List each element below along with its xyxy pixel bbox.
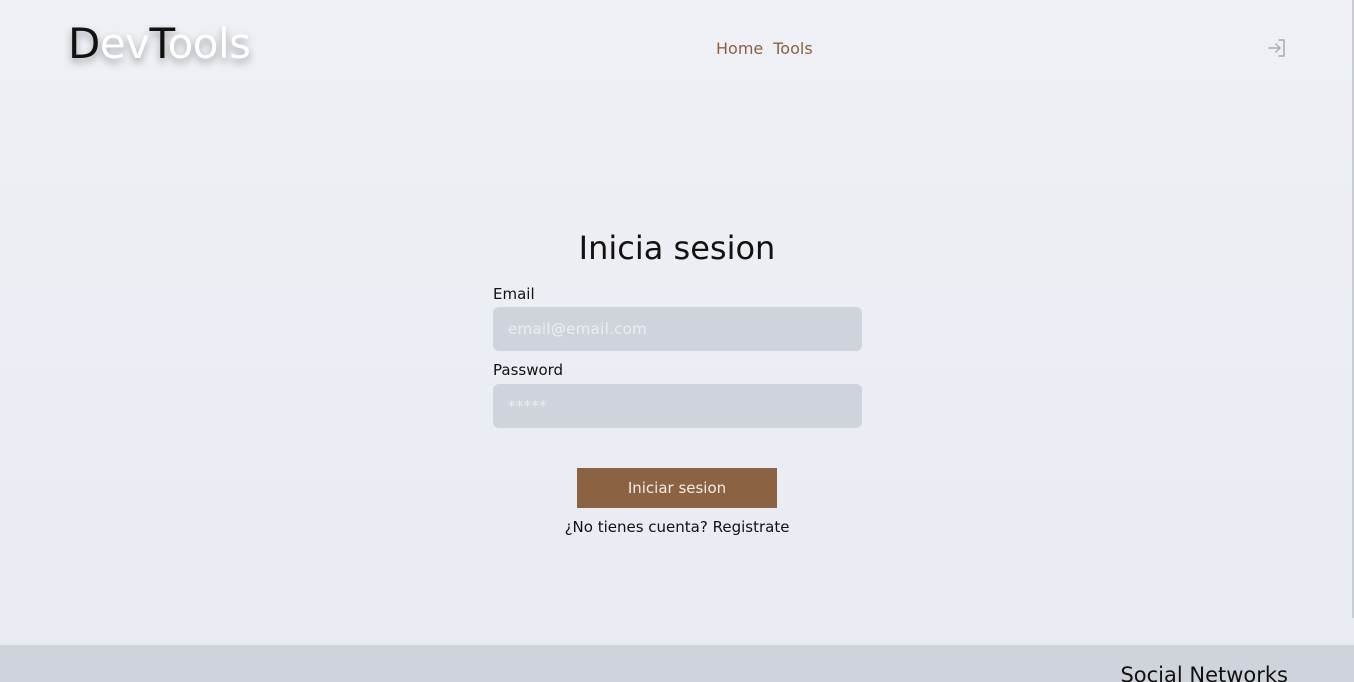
footer-title: Social Networks — [1120, 663, 1288, 682]
nav-link-home[interactable]: Home — [716, 38, 763, 60]
logo-letter-t: T — [149, 19, 169, 68]
devtools-logo[interactable]: DevTools — [68, 20, 251, 68]
password-field[interactable] — [493, 384, 862, 428]
nav-link-tools[interactable]: Tools — [773, 38, 812, 60]
login-arrow-icon[interactable] — [1266, 37, 1288, 59]
logo-text-ools: ools — [167, 19, 251, 68]
logo-text-ev: ev — [99, 19, 150, 68]
login-submit-button[interactable]: Iniciar sesion — [577, 468, 777, 508]
page-title: Inicia sesion — [578, 229, 776, 268]
logo-letter-d: D — [68, 19, 100, 68]
email-field[interactable] — [493, 307, 862, 351]
password-label: Password — [493, 361, 564, 379]
email-label: Email — [493, 285, 535, 303]
register-prompt-text: ¿No tienes cuenta? — [564, 518, 708, 536]
main-nav: Home Tools — [716, 38, 813, 60]
login-page: DevTools Home Tools Inicia sesion Email … — [0, 0, 1354, 682]
register-link[interactable]: Registrate — [713, 518, 790, 536]
register-prompt: ¿No tienes cuenta? Registrate — [0, 517, 1354, 537]
site-footer: Social Networks — [0, 645, 1354, 682]
